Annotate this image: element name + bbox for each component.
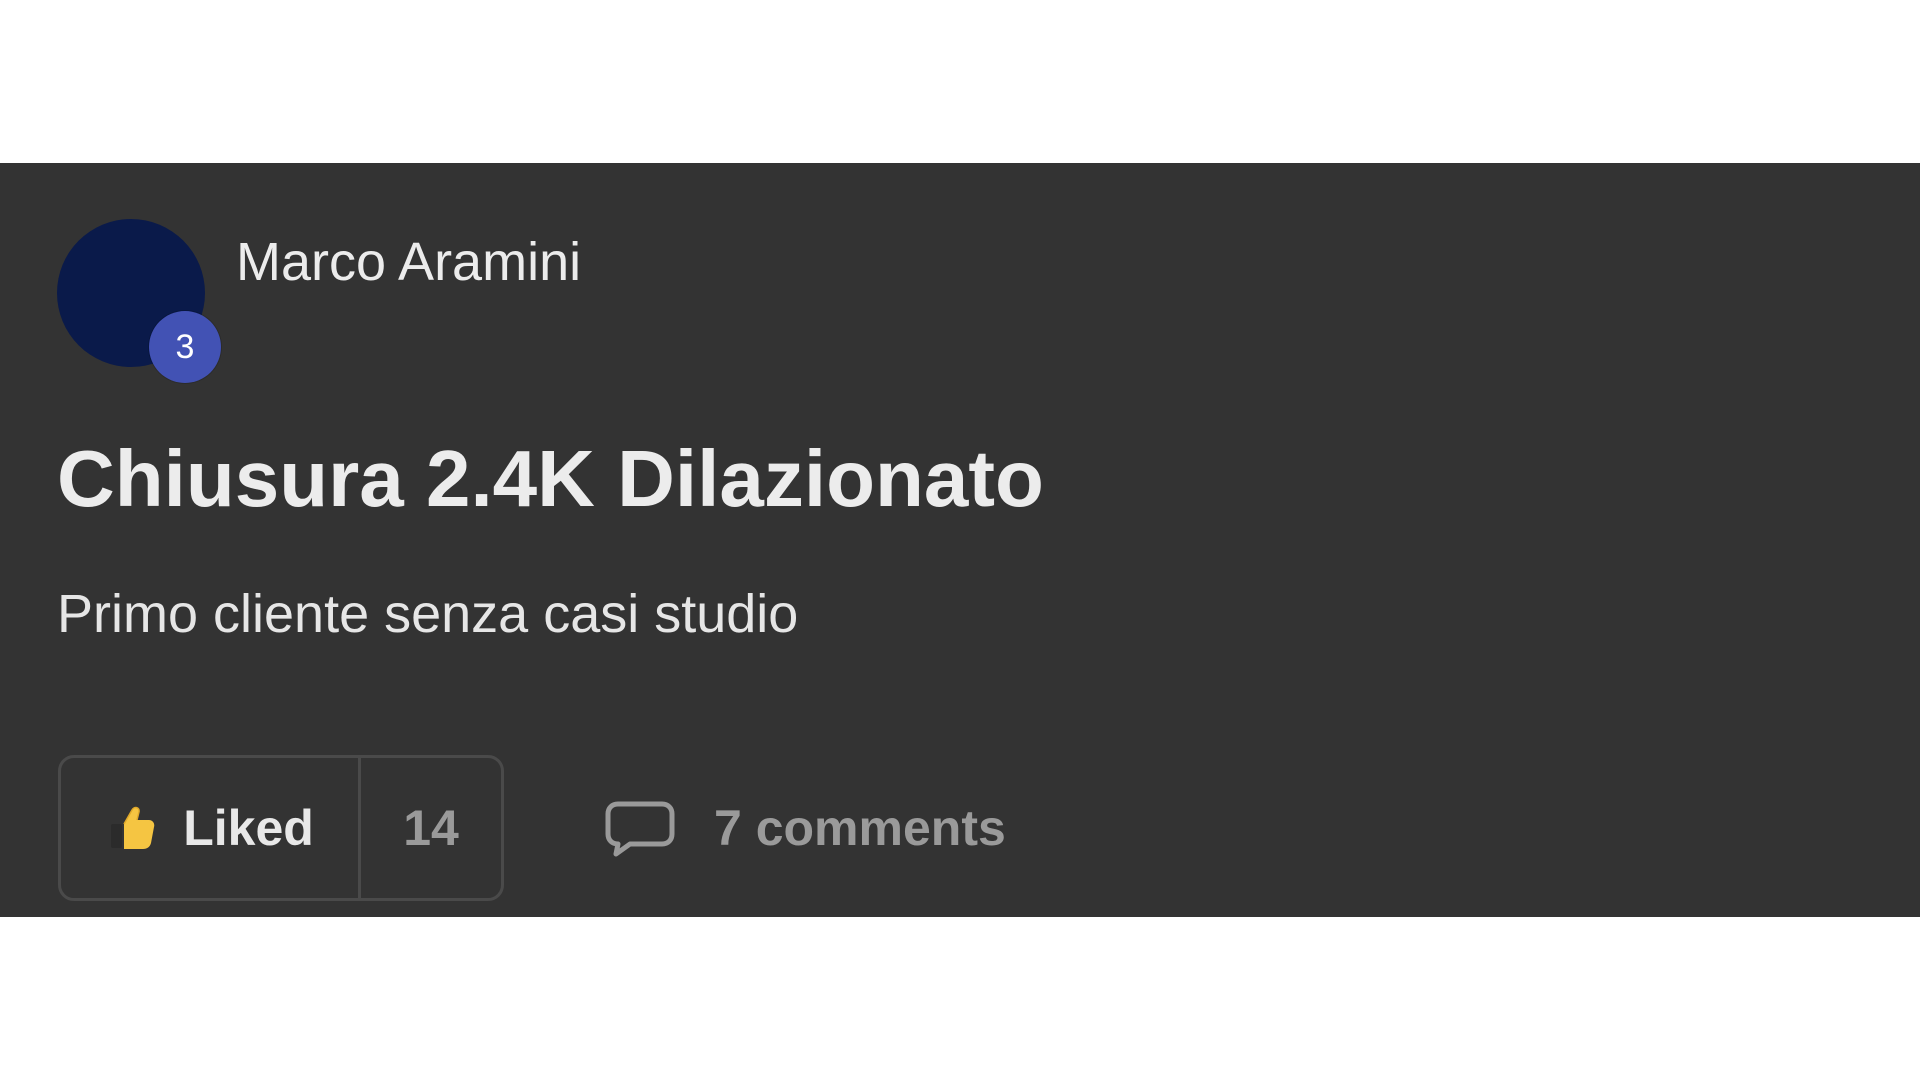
speech-bubble-icon: [604, 798, 676, 858]
like-label: Liked: [183, 800, 314, 856]
like-group: Liked 14: [58, 755, 504, 901]
thumbs-up-icon: [105, 800, 161, 856]
post-title[interactable]: Chiusura 2.4K Dilazionato: [57, 433, 1044, 525]
comments-link[interactable]: 7 comments: [604, 775, 1006, 881]
comments-label: 7 comments: [714, 800, 1006, 856]
like-button[interactable]: Liked: [61, 758, 361, 898]
author-name[interactable]: Marco Aramini: [236, 231, 581, 293]
level-badge: 3: [149, 311, 221, 383]
author-avatar-wrapper[interactable]: 3: [57, 219, 221, 383]
post-body: Primo cliente senza casi studio: [57, 584, 799, 644]
post-card: 3 Marco Aramini Chiusura 2.4K Dilazionat…: [0, 163, 1920, 917]
like-count[interactable]: 14: [361, 758, 501, 898]
